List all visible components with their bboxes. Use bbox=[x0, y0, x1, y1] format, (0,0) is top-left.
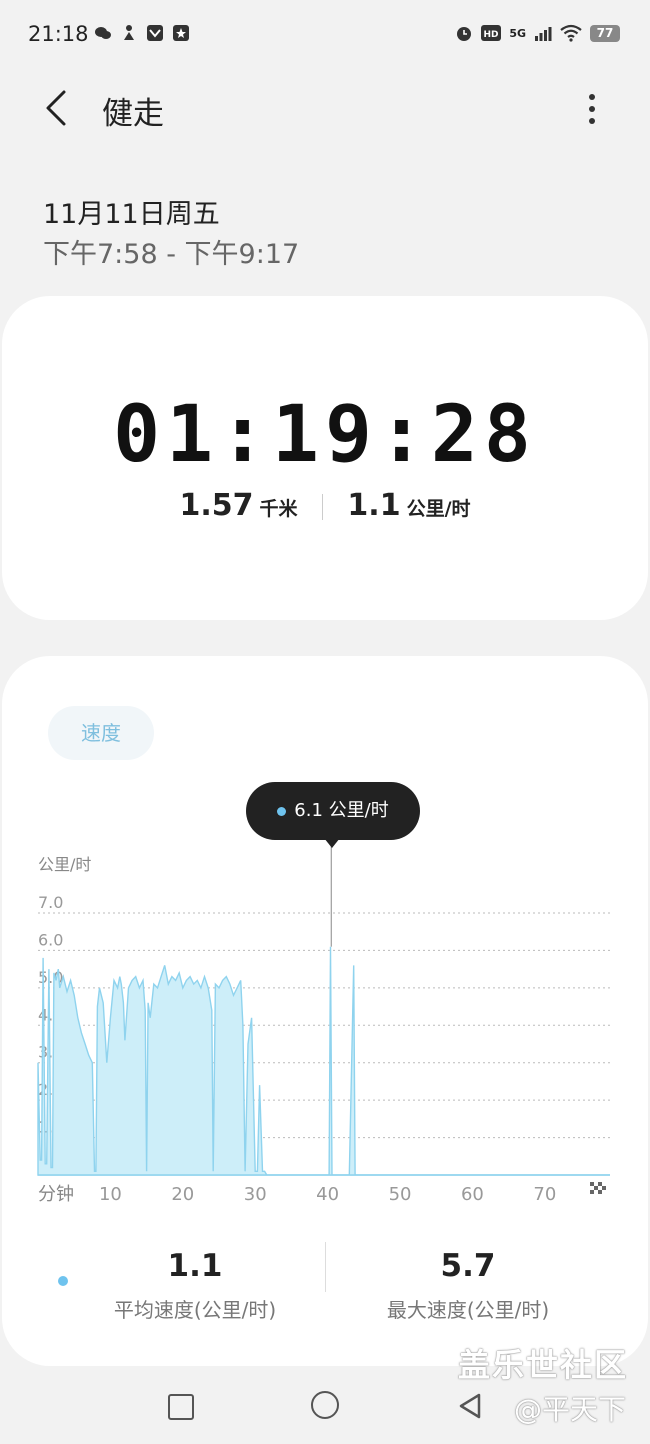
y-tick-label: 7.0 bbox=[38, 893, 63, 912]
max-speed-label: 最大速度(公里/时) bbox=[386, 1298, 550, 1322]
x-tick-label: 70 bbox=[533, 1184, 556, 1205]
x-tick-label: 50 bbox=[389, 1184, 412, 1205]
tooltip-dot bbox=[277, 806, 287, 816]
home-button[interactable] bbox=[311, 1391, 339, 1419]
y-axis-label: 公里/时 bbox=[38, 855, 91, 874]
tooltip-text: 6.1 公里/时 bbox=[294, 800, 389, 821]
x-tick-label: 30 bbox=[244, 1184, 267, 1205]
x-tick-label: 40 bbox=[316, 1184, 339, 1205]
recent-apps-button[interactable] bbox=[168, 1394, 194, 1420]
tooltip-arrow bbox=[324, 838, 340, 848]
speed-chart[interactable]: 1.02.03.04.05.06.07.0公里/时分钟1020304050607… bbox=[0, 0, 650, 1444]
nav-back-icon[interactable] bbox=[457, 1392, 483, 1420]
finish-flag-icon bbox=[590, 1182, 606, 1194]
avg-speed-label: 平均速度(公里/时) bbox=[113, 1298, 277, 1322]
watermark-author: @平天下 bbox=[514, 1393, 627, 1426]
x-axis-label: 分钟 bbox=[38, 1184, 74, 1205]
x-tick-label: 10 bbox=[99, 1184, 122, 1205]
chart-tooltip: 6.1 公里/时 bbox=[246, 782, 420, 840]
footer-divider bbox=[325, 1242, 326, 1292]
legend-dot bbox=[58, 1276, 68, 1286]
x-tick-label: 20 bbox=[171, 1184, 194, 1205]
speed-area-series bbox=[37, 946, 610, 1176]
watermark-community: 盖乐世社区 bbox=[458, 1346, 629, 1384]
avg-speed-value: 1.1 bbox=[167, 1248, 223, 1284]
max-speed-value: 5.7 bbox=[440, 1248, 496, 1284]
x-tick-label: 60 bbox=[461, 1184, 484, 1205]
y-tick-label: 6.0 bbox=[38, 930, 63, 949]
